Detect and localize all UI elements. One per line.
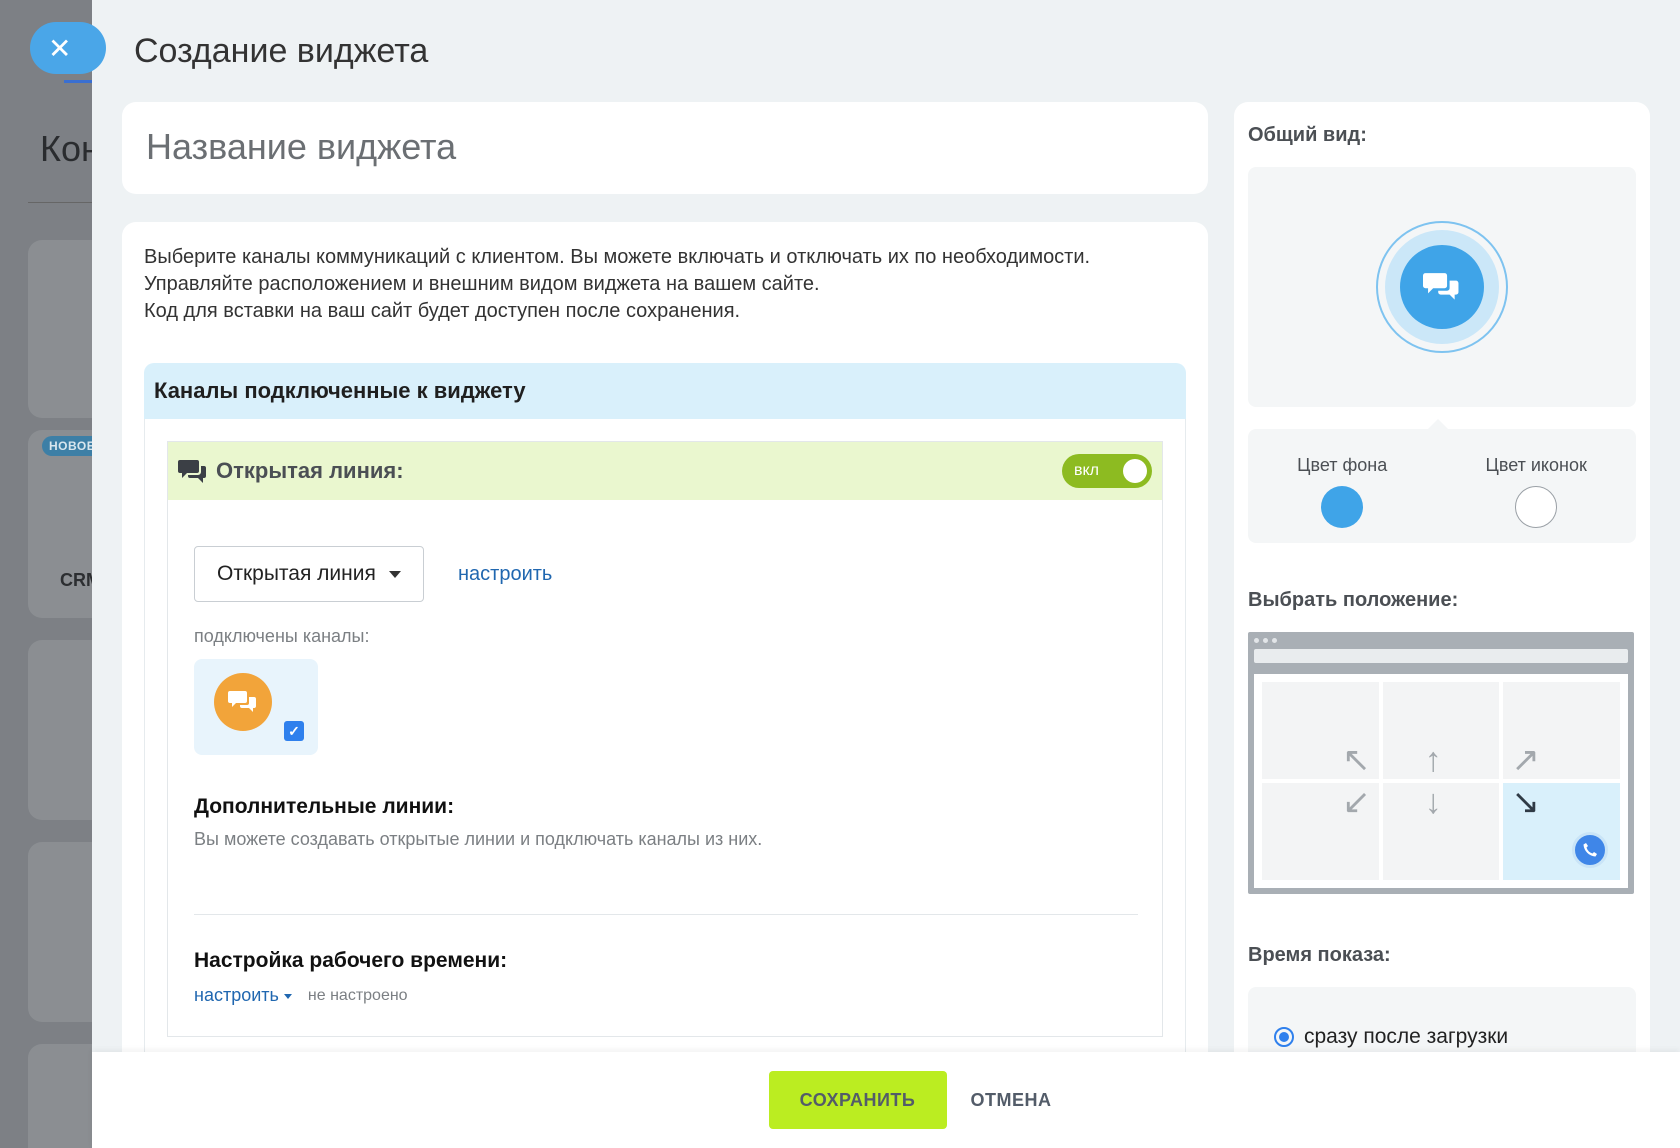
position-bottom-right[interactable]: ↘ (1503, 783, 1620, 880)
widget-preview (1248, 167, 1636, 407)
extra-lines-description: Вы можете создавать открытые линии и под… (194, 829, 763, 849)
position-top-center[interactable]: ↑ (1382, 682, 1500, 779)
icon-color-label: Цвет иконок (1485, 455, 1587, 475)
arrow-down-right-icon: ↘ (1511, 783, 1540, 821)
position-title: Выбрать положение: (1248, 589, 1459, 611)
icon-color-swatch[interactable] (1515, 486, 1558, 528)
channels-header: Каналы подключенные к виджету (144, 363, 1186, 419)
icon-color-picker: Цвет иконок (1486, 455, 1587, 543)
widget-view-sidebar: Общий вид: Цвет фона Цвет иконок Выбрать… (1234, 102, 1650, 1142)
arrow-down-icon: ↓ (1424, 783, 1442, 821)
work-time-title: Настройка рабочего времени: (194, 949, 508, 972)
bg-color-picker: Цвет фона (1297, 455, 1387, 543)
close-slider-button[interactable]: ✕ (30, 22, 106, 74)
arrow-up-icon: ↑ (1424, 741, 1442, 779)
chat-icon (1400, 245, 1484, 329)
open-line-title: Открытая линия: (216, 458, 404, 483)
position-selector: ↖ ↑ ↗ ↙ ↓ ↘ (1248, 632, 1634, 894)
chevron-down-icon (283, 994, 292, 999)
widget-create-panel: Создание виджета Выберите каналы коммуни… (92, 0, 1680, 1148)
open-line-select[interactable]: Открытая линия (194, 546, 424, 602)
open-line-content: Открытая линия настроить подключены кана… (168, 500, 1162, 1036)
cancel-button[interactable]: ОТМЕНА (971, 1090, 1052, 1111)
color-settings: Цвет фона Цвет иконок (1248, 419, 1636, 543)
browser-dots (1254, 638, 1277, 643)
phone-icon (1571, 832, 1608, 868)
position-bottom-center[interactable]: ↓ (1382, 783, 1500, 880)
arrow-down-left-icon: ↙ (1342, 783, 1371, 821)
bg-color-swatch[interactable] (1321, 486, 1364, 528)
description: Выберите каналы коммуникаций с клиентом.… (144, 244, 1186, 325)
connected-channel-tile[interactable]: ✓ (194, 659, 318, 755)
open-line-select-row: Открытая линия настроить (194, 546, 1136, 602)
position-top-left[interactable]: ↖ (1262, 682, 1379, 779)
widget-button-preview (1376, 221, 1508, 353)
panel-footer: СОХРАНИТЬ ОТМЕНА (92, 1052, 1680, 1148)
channels-section: Выберите каналы коммуникаций с клиентом.… (122, 222, 1208, 1122)
bg-color-label: Цвет фона (1297, 455, 1388, 475)
chat-channel-icon (214, 673, 272, 731)
open-line-toggle[interactable]: вкл (1062, 454, 1152, 488)
close-icon: ✕ (48, 32, 72, 64)
open-line-select-value: Открытая линия (217, 562, 376, 585)
show-time-option-label: сразу после загрузки (1304, 1025, 1509, 1048)
position-top-right[interactable]: ↗ (1503, 682, 1620, 779)
overview-title: Общий вид: (1248, 124, 1367, 146)
section-divider (194, 914, 1138, 915)
show-time-radio[interactable] (1274, 1027, 1294, 1047)
open-line-block: Открытая линия: вкл Открытая линия настр… (167, 441, 1163, 1037)
widget-name-box (122, 102, 1208, 194)
configure-open-line-link[interactable]: настроить (458, 563, 552, 586)
configure-work-time-link[interactable]: настроить (194, 985, 279, 1006)
position-grid: ↖ ↑ ↗ ↙ ↓ ↘ (1254, 674, 1628, 888)
extra-lines-title: Дополнительные линии: (194, 795, 455, 818)
channels-body: Открытая линия: вкл Открытая линия настр… (144, 419, 1186, 1059)
connected-channels-label: подключены каналы: (194, 626, 370, 646)
background-divider (28, 202, 98, 203)
toggle-label: вкл (1074, 462, 1100, 479)
background-tab-indicator (64, 80, 94, 83)
widget-button-ring (1385, 230, 1499, 344)
work-time-row: настроить не настроено (194, 985, 1136, 1006)
toggle-knob (1123, 459, 1147, 483)
browser-address-bar (1254, 649, 1628, 663)
chevron-down-icon (389, 570, 401, 578)
save-button[interactable]: СОХРАНИТЬ (768, 1071, 947, 1129)
work-time-status: не настроено (307, 986, 408, 1004)
description-line: Управляйте расположением и внешним видом… (144, 273, 820, 295)
widget-name-input[interactable] (146, 126, 1184, 168)
position-bottom-left[interactable]: ↙ (1262, 783, 1379, 880)
open-line-header: Открытая линия: вкл (168, 442, 1162, 500)
arrow-up-right-icon: ↗ (1511, 741, 1540, 779)
description-line: Код для вставки на ваш сайт будет доступ… (144, 300, 741, 322)
channel-checkbox[interactable]: ✓ (284, 721, 304, 741)
page-title: Создание виджета (134, 32, 429, 70)
description-line: Выберите каналы коммуникаций с клиентом.… (144, 246, 1091, 268)
arrow-up-left-icon: ↖ (1342, 741, 1371, 779)
chat-icon (178, 460, 206, 483)
show-time-title: Время показа: (1248, 944, 1391, 966)
